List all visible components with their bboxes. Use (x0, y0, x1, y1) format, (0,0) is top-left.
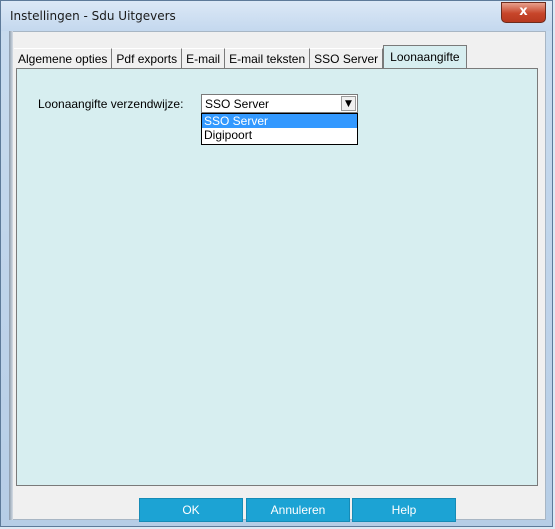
loonaangifte-panel: Loonaangifte verzendwijze: SSO Server ▼ … (16, 68, 538, 486)
close-button[interactable]: x (501, 2, 546, 23)
option-sso-server[interactable]: SSO Server (202, 114, 357, 128)
verzendwijze-dropdown-list: SSO Server Digipoort (201, 113, 358, 145)
ok-button[interactable]: OK (139, 498, 243, 522)
help-button[interactable]: Help (352, 498, 456, 522)
dropdown-arrow-icon[interactable]: ▼ (341, 96, 356, 111)
title-bar[interactable]: Instellingen - Sdu Uitgevers x (1, 1, 552, 31)
tab-sso-server[interactable]: SSO Server (310, 48, 384, 69)
dialog-body: Algemene opties Pdf exports E-mail E-mai… (9, 31, 546, 522)
tab-e-mail[interactable]: E-mail (182, 48, 226, 69)
tab-e-mail-teksten[interactable]: E-mail teksten (225, 48, 311, 69)
verzendwijze-select[interactable]: SSO Server ▼ (201, 94, 358, 113)
close-icon: x (519, 4, 528, 19)
cancel-button[interactable]: Annuleren (246, 498, 350, 522)
tab-loonaangifte[interactable]: Loonaangifte (383, 45, 467, 70)
button-bar: OK Annuleren Help (10, 498, 545, 522)
tab-algemene-opties[interactable]: Algemene opties (14, 48, 113, 69)
cancel-button-label: Annuleren (270, 503, 326, 517)
verzendwijze-value: SSO Server (205, 97, 270, 111)
settings-window: Instellingen - Sdu Uitgevers x Algemene … (0, 0, 553, 527)
verzendwijze-label: Loonaangifte verzendwijze: (38, 97, 184, 111)
option-digipoort[interactable]: Digipoort (202, 128, 357, 142)
window-left-edge (9, 31, 13, 520)
ok-button-label: OK (182, 503, 200, 517)
help-button-label: Help (391, 503, 417, 517)
tab-strip: Algemene opties Pdf exports E-mail E-mai… (14, 45, 467, 70)
tab-pdf-exports[interactable]: Pdf exports (112, 48, 183, 69)
window-title: Instellingen - Sdu Uitgevers (10, 9, 176, 23)
